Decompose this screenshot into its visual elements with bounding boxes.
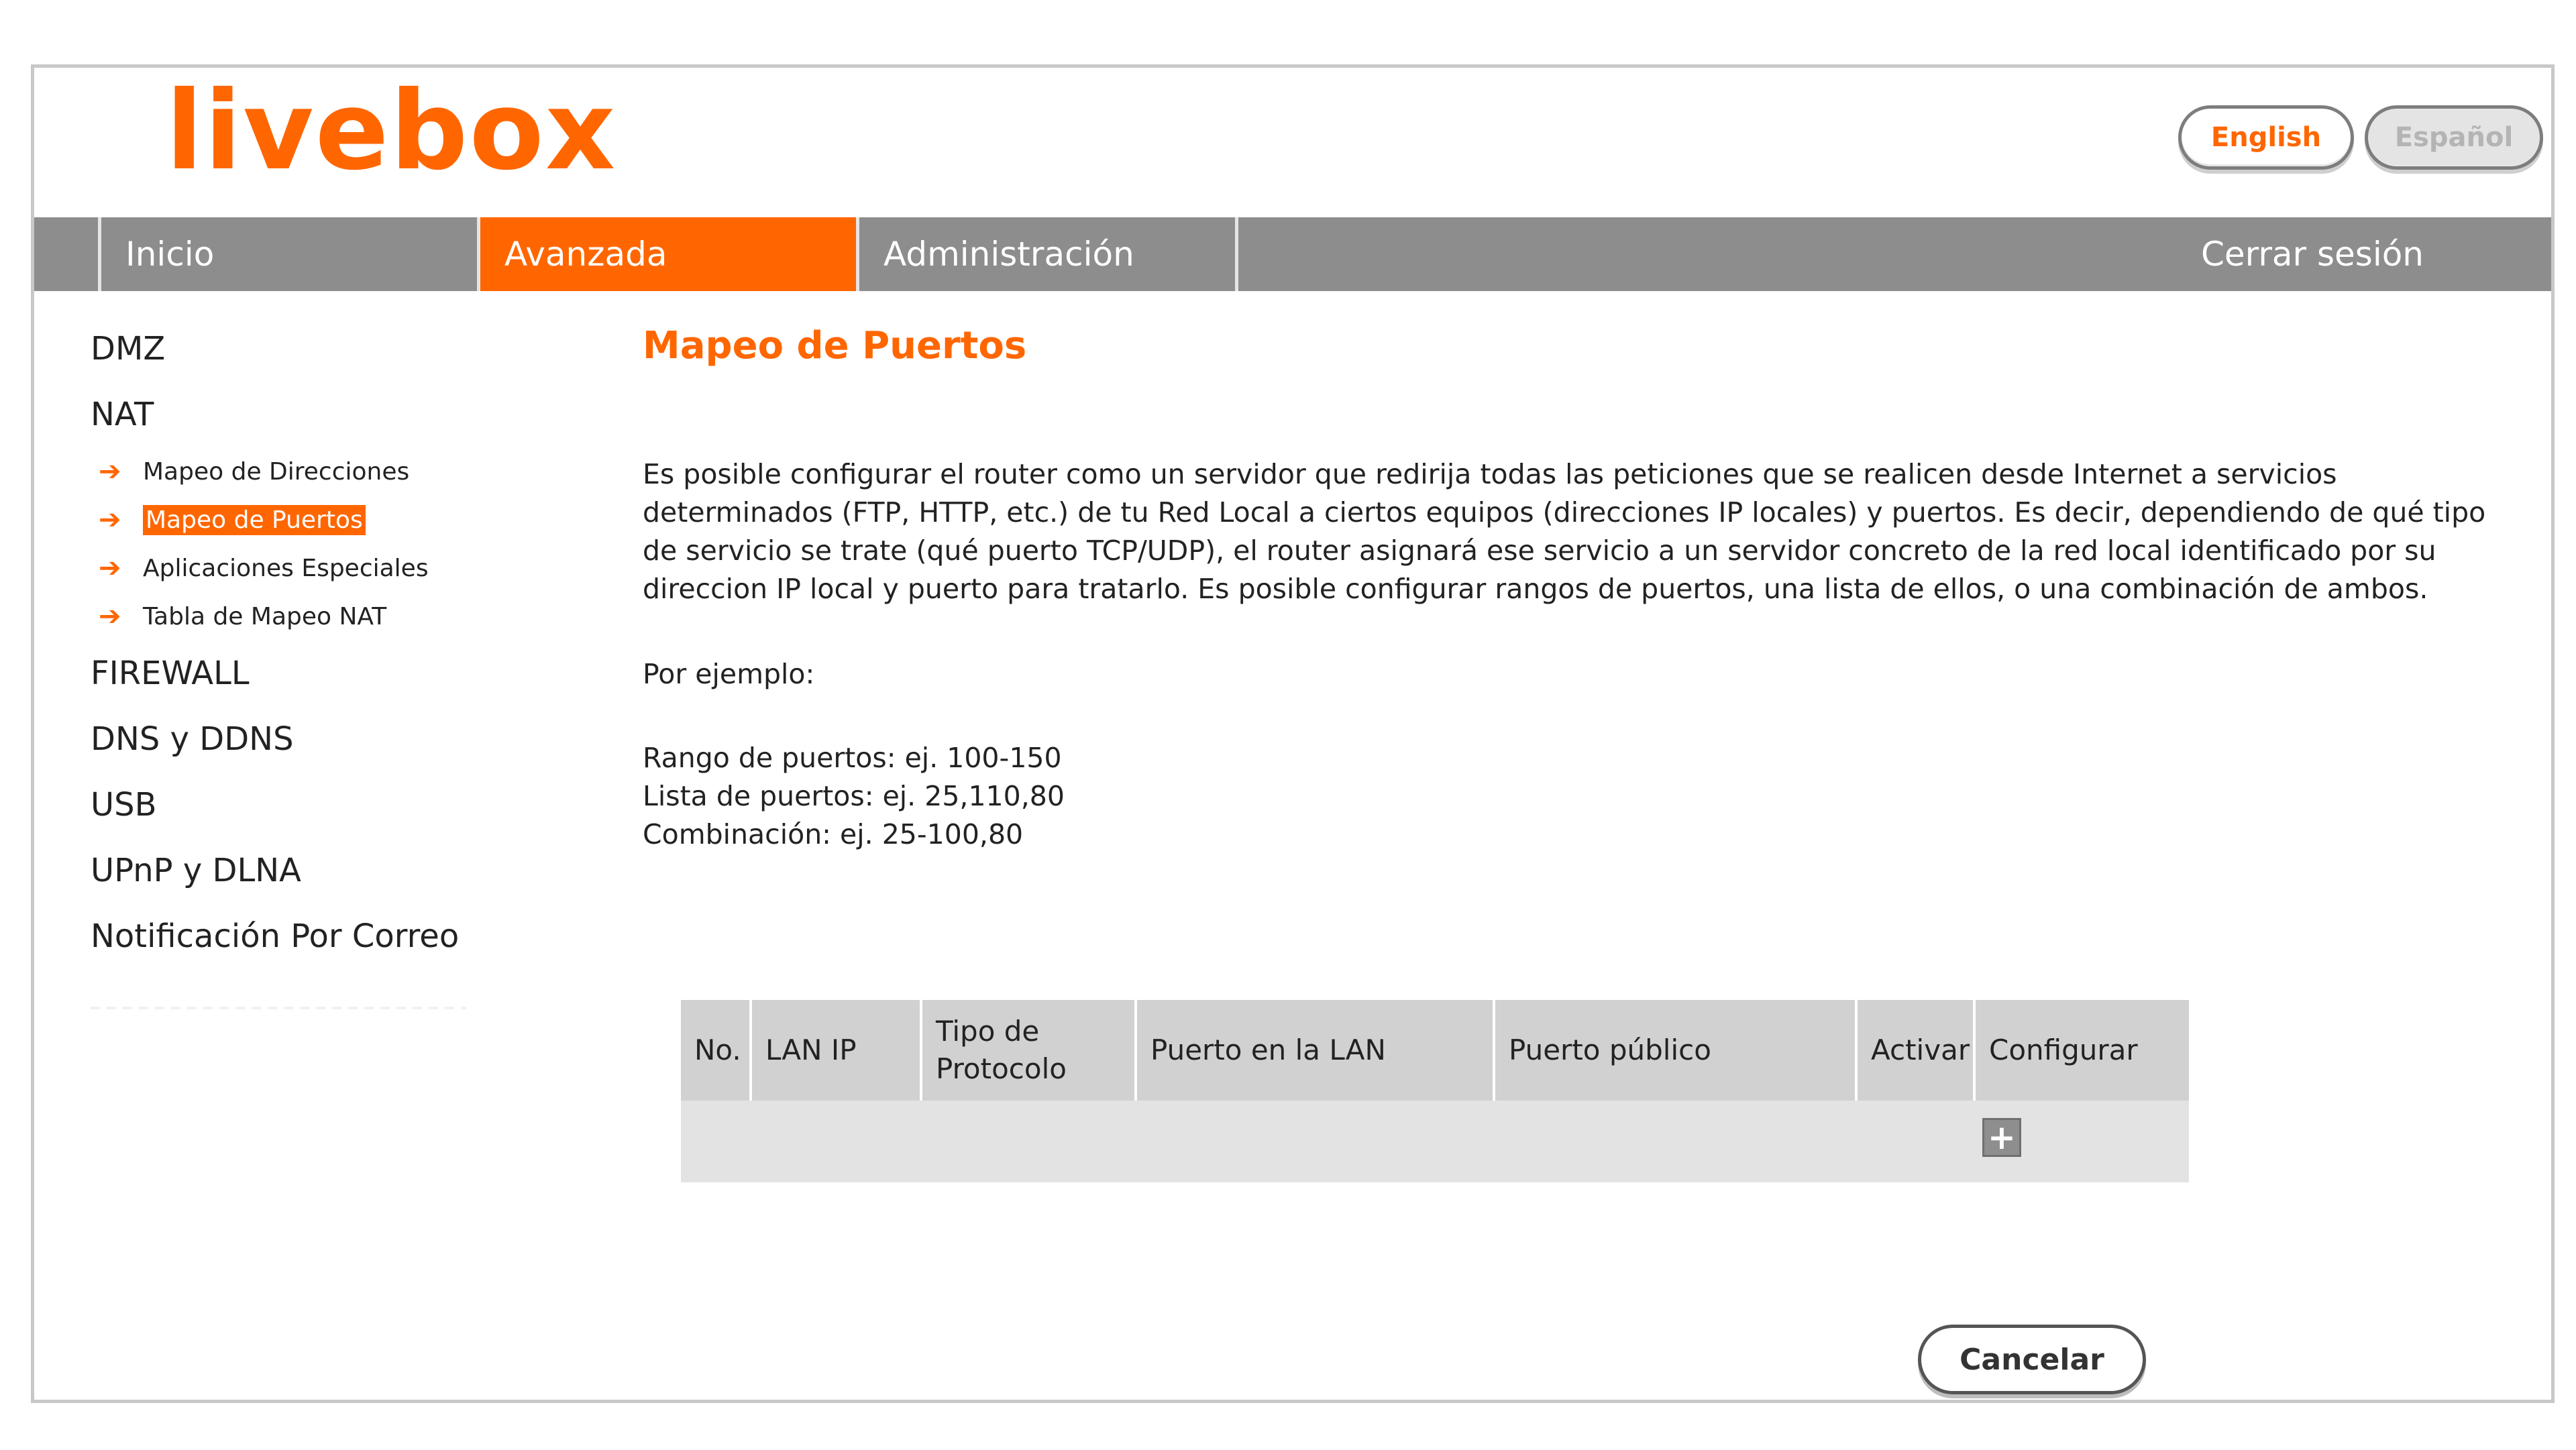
examples-list: Rango de puertos: ej. 100-150 Lista de p… bbox=[643, 739, 2521, 854]
sidebar-subitem-label: Aplicaciones Especiales bbox=[143, 554, 429, 582]
sidebar-subitem-label: Mapeo de Direcciones bbox=[143, 457, 410, 486]
column-header-configure: Configurar bbox=[1989, 1034, 2138, 1066]
column-header-no: No. bbox=[681, 1000, 752, 1101]
example-label: Por ejemplo: bbox=[643, 658, 815, 690]
sidebar-subitem-label: Mapeo de Puertos bbox=[143, 504, 366, 535]
example-range: Rango de puertos: ej. 100-150 bbox=[643, 742, 1062, 774]
main-content: Mapeo de Puertos Es posible configurar e… bbox=[643, 316, 2521, 854]
cancel-button[interactable]: Cancelar bbox=[1918, 1325, 2146, 1394]
sidebar-subitem-label: Tabla de Mapeo NAT bbox=[143, 602, 387, 630]
example-list: Lista de puertos: ej. 25,110,80 bbox=[643, 780, 1065, 812]
nav-divider bbox=[1235, 217, 1238, 291]
sidebar-item-dmz[interactable]: DMZ bbox=[91, 316, 574, 382]
sidebar-subitem-mapeo-puertos[interactable]: ➔ Mapeo de Puertos bbox=[91, 496, 574, 544]
column-header-lan-ip: LAN IP bbox=[752, 1000, 922, 1101]
column-header-enable: Activar bbox=[1858, 1000, 1976, 1101]
arrow-right-icon: ➔ bbox=[99, 553, 121, 583]
example-combination: Combinación: ej. 25-100,80 bbox=[643, 818, 1024, 850]
table-header: No. LAN IP Tipo de Protocolo Puerto en l… bbox=[681, 1000, 2189, 1101]
main-nav-bar: Inicio Avanzada Administración Cerrar se… bbox=[34, 217, 2551, 291]
sidebar-subitem-mapeo-direcciones[interactable]: ➔ Mapeo de Direcciones bbox=[91, 447, 574, 496]
logout-link[interactable]: Cerrar sesión bbox=[2201, 217, 2424, 291]
arrow-right-icon: ➔ bbox=[99, 504, 121, 535]
language-spanish-button[interactable]: Español bbox=[2365, 105, 2543, 170]
arrow-right-icon: ➔ bbox=[99, 601, 121, 632]
sidebar-divider bbox=[91, 1007, 466, 1009]
sidebar-item-notificacion-correo[interactable]: Notificación Por Correo bbox=[91, 903, 574, 969]
add-rule-plus-icon[interactable]: + bbox=[1982, 1118, 2021, 1157]
port-mapping-table: No. LAN IP Tipo de Protocolo Puerto en l… bbox=[681, 1000, 2189, 1182]
nav-tab-inicio[interactable]: Inicio bbox=[101, 217, 477, 291]
column-header-public-port: Puerto público bbox=[1495, 1000, 1858, 1101]
sidebar: DMZ NAT ➔ Mapeo de Direcciones ➔ Mapeo d… bbox=[91, 316, 574, 1009]
column-header-protocol: Tipo de Protocolo bbox=[922, 1000, 1137, 1101]
nav-tab-administracion[interactable]: Administración bbox=[859, 217, 1235, 291]
sidebar-item-nat[interactable]: NAT bbox=[91, 382, 574, 447]
page-title: Mapeo de Puertos bbox=[643, 324, 1027, 368]
arrow-right-icon: ➔ bbox=[99, 456, 121, 487]
sidebar-subitem-aplicaciones-especiales[interactable]: ➔ Aplicaciones Especiales bbox=[91, 544, 574, 592]
router-window: livebox English Español Inicio Avanzada … bbox=[31, 64, 2555, 1403]
sidebar-subitem-tabla-mapeo-nat[interactable]: ➔ Tabla de Mapeo NAT bbox=[91, 592, 574, 640]
nav-tab-avanzada[interactable]: Avanzada bbox=[480, 217, 856, 291]
sidebar-item-dns-ddns[interactable]: DNS y DDNS bbox=[91, 706, 574, 772]
language-english-button[interactable]: English bbox=[2178, 105, 2354, 170]
sidebar-item-usb[interactable]: USB bbox=[91, 772, 574, 838]
column-header-lan-port: Puerto en la LAN bbox=[1137, 1000, 1495, 1101]
sidebar-item-firewall[interactable]: FIREWALL bbox=[91, 640, 574, 706]
livebox-logo: livebox bbox=[166, 68, 617, 194]
sidebar-item-upnp-dlna[interactable]: UPnP y DLNA bbox=[91, 838, 574, 903]
description-text: Es posible configurar el router como un … bbox=[643, 458, 2486, 605]
